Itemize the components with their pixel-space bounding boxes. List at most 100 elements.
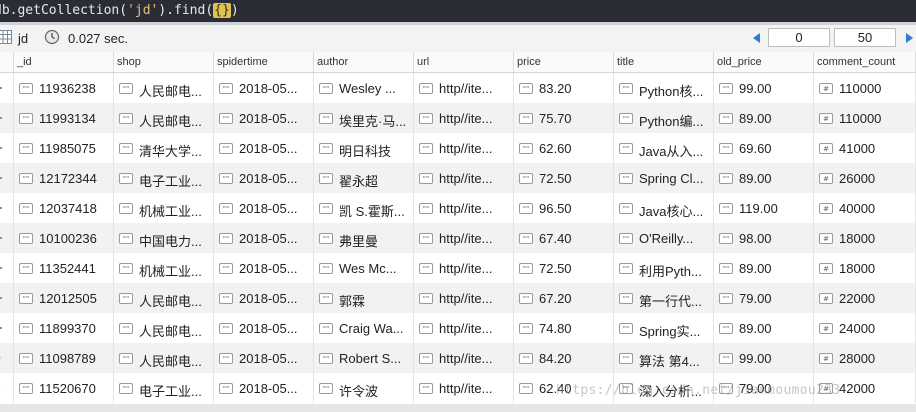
cell-price[interactable]: "" 62.40 (514, 373, 614, 403)
table-row[interactable]: "" 11985075 "" 清华大学... "" 2018-05... "" 明日科技 "" h… (0, 133, 916, 163)
cell-title[interactable]: "" Java从入... (614, 133, 714, 163)
column-header-title[interactable]: title (614, 52, 714, 72)
cell-idid[interactable]: "" 11098789 (14, 343, 114, 373)
cell-author[interactable]: "" 埃里克·马... (314, 103, 414, 133)
cell-comment-count[interactable]: #26000 (814, 163, 916, 193)
cell-author[interactable]: "" 许令波 (314, 373, 414, 403)
cell-idid[interactable]: "" 11985075 (14, 133, 114, 163)
cell-shop[interactable]: "" 人民邮电... (114, 283, 214, 313)
cell-price[interactable]: "" 62.60 (514, 133, 614, 163)
cell-author[interactable]: "" Wesley ... (314, 73, 414, 103)
cell-old-price[interactable]: "" 98.00 (714, 223, 814, 253)
limit-input[interactable] (834, 28, 896, 47)
table-row[interactable]: "" 12172344 "" 电子工业... "" 2018-05... "" 翟永超 "" ht… (0, 163, 916, 193)
cell-idid[interactable]: "" 11520670 (14, 373, 114, 403)
column-header-shop[interactable]: shop (114, 52, 214, 72)
cell-old-price[interactable]: "" 79.00 (714, 373, 814, 403)
cell-shop[interactable]: "" 人民邮电... (114, 103, 214, 133)
cell-url[interactable]: "" http//ite... (414, 313, 514, 343)
cell-old-price[interactable]: "" 89.00 (714, 313, 814, 343)
cell-comment-count[interactable]: #18000 (814, 223, 916, 253)
cell-shop[interactable]: "" 机械工业... (114, 193, 214, 223)
table-row[interactable]: "" 11993134 "" 人民邮电... "" 2018-05... "" 埃里克·马..… (0, 103, 916, 133)
cell-url[interactable]: "" http//ite... (414, 103, 514, 133)
cell-idid[interactable]: "" 11899370 (14, 313, 114, 343)
cell-price[interactable]: "" 67.40 (514, 223, 614, 253)
cell-price[interactable]: "" 84.20 (514, 343, 614, 373)
column-header-old-price[interactable]: old_price (714, 52, 814, 72)
cell-shop[interactable]: "" 中国电力... (114, 223, 214, 253)
cell-price[interactable]: "" 72.50 (514, 163, 614, 193)
cell-old-price[interactable]: "" 79.00 (714, 283, 814, 313)
cell-old-price[interactable]: "" 119.00 (714, 193, 814, 223)
cell-shop[interactable]: "" 清华大学... (114, 133, 214, 163)
cell-spidertime[interactable]: "" 2018-05... (214, 163, 314, 193)
skip-input[interactable] (768, 28, 830, 47)
cell-shop[interactable]: "" 机械工业... (114, 253, 214, 283)
cell-idid[interactable]: "" 12012505 (14, 283, 114, 313)
cell-title[interactable]: "" Spring实... (614, 313, 714, 343)
cell-title[interactable]: "" Python编... (614, 103, 714, 133)
next-page-icon[interactable] (902, 31, 916, 45)
cell-idid[interactable]: "" 11993134 (14, 103, 114, 133)
table-row[interactable]: "" 10100236 "" 中国电力... "" 2018-05... "" 弗里曼 "" ht… (0, 223, 916, 253)
cell-title[interactable]: "" Spring Cl... (614, 163, 714, 193)
cell-author[interactable]: "" Craig Wa... (314, 313, 414, 343)
cell-shop[interactable]: "" 电子工业... (114, 163, 214, 193)
cell-old-price[interactable]: "" 89.00 (714, 103, 814, 133)
column-header-price[interactable]: price (514, 52, 614, 72)
cell-author[interactable]: "" Wes Mc... (314, 253, 414, 283)
cell-author[interactable]: "" 弗里曼 (314, 223, 414, 253)
cell-title[interactable]: "" 利用Pyth... (614, 253, 714, 283)
table-row[interactable]: "" 12012505 "" 人民邮电... "" 2018-05... "" 郭霖 "" htt… (0, 283, 916, 313)
table-view-icon[interactable] (0, 30, 12, 44)
table-row[interactable]: "" 12037418 "" 机械工业... "" 2018-05... "" 凯 S.霍斯.… (0, 193, 916, 223)
cell-title[interactable]: "" Python核... (614, 73, 714, 103)
cell-spidertime[interactable]: "" 2018-05... (214, 253, 314, 283)
column-header-author[interactable]: author (314, 52, 414, 72)
table-row[interactable]: "" 11936238 "" 人民邮电... "" 2018-05... "" Wesley … (0, 73, 916, 103)
table-row[interactable]: 0 "" 11098789 "" 人民邮电... "" 2018-05... "" Robert… (0, 343, 916, 373)
prev-page-icon[interactable] (750, 31, 764, 45)
cell-shop[interactable]: "" 人民邮电... (114, 313, 214, 343)
cell-url[interactable]: "" http//ite... (414, 343, 514, 373)
cell-author[interactable]: "" Robert S... (314, 343, 414, 373)
column-header-spidertime[interactable]: spidertime (214, 52, 314, 72)
cell-shop[interactable]: "" 人民邮电... (114, 343, 214, 373)
table-row[interactable]: "" 11899370 "" 人民邮电... "" 2018-05... "" Craig W… (0, 313, 916, 343)
cell-comment-count[interactable]: #40000 (814, 193, 916, 223)
cell-url[interactable]: "" http//ite... (414, 253, 514, 283)
cell-old-price[interactable]: "" 99.00 (714, 343, 814, 373)
table-row[interactable]: 1 "" 11520670 "" 电子工业... "" 2018-05... "" 许令波 "" h… (0, 373, 916, 403)
cell-price[interactable]: "" 75.70 (514, 103, 614, 133)
cell-idid[interactable]: "" 10100236 (14, 223, 114, 253)
cell-spidertime[interactable]: "" 2018-05... (214, 133, 314, 163)
table-row[interactable]: "" 11352441 "" 机械工业... "" 2018-05... "" Wes Mc.… (0, 253, 916, 283)
cell-url[interactable]: "" http//ite... (414, 193, 514, 223)
column-header-url[interactable]: url (414, 52, 514, 72)
cell-comment-count[interactable]: #110000 (814, 73, 916, 103)
cell-idid[interactable]: "" 11936238 (14, 73, 114, 103)
cell-price[interactable]: "" 83.20 (514, 73, 614, 103)
cell-idid[interactable]: "" 12037418 (14, 193, 114, 223)
cell-title[interactable]: "" 算法 第4... (614, 343, 714, 373)
query-editor[interactable]: db.getCollection('jd').find({}) (0, 0, 916, 22)
column-header-idid[interactable]: _id (14, 52, 114, 72)
cell-price[interactable]: "" 67.20 (514, 283, 614, 313)
cell-comment-count[interactable]: #42000 (814, 373, 916, 403)
cell-price[interactable]: "" 74.80 (514, 313, 614, 343)
cell-comment-count[interactable]: #22000 (814, 283, 916, 313)
cell-idid[interactable]: "" 11352441 (14, 253, 114, 283)
cell-title[interactable]: "" O'Reilly... (614, 223, 714, 253)
cell-spidertime[interactable]: "" 2018-05... (214, 343, 314, 373)
cell-url[interactable]: "" http//ite... (414, 223, 514, 253)
cell-author[interactable]: "" 凯 S.霍斯... (314, 193, 414, 223)
cell-spidertime[interactable]: "" 2018-05... (214, 373, 314, 403)
cell-comment-count[interactable]: #28000 (814, 343, 916, 373)
query-text[interactable]: db.getCollection('jd').find({}) (0, 0, 239, 22)
column-header-comment-count[interactable]: comment_count (814, 52, 916, 72)
cell-url[interactable]: "" http//ite... (414, 373, 514, 403)
cell-author[interactable]: "" 郭霖 (314, 283, 414, 313)
cell-author[interactable]: "" 翟永超 (314, 163, 414, 193)
cell-author[interactable]: "" 明日科技 (314, 133, 414, 163)
